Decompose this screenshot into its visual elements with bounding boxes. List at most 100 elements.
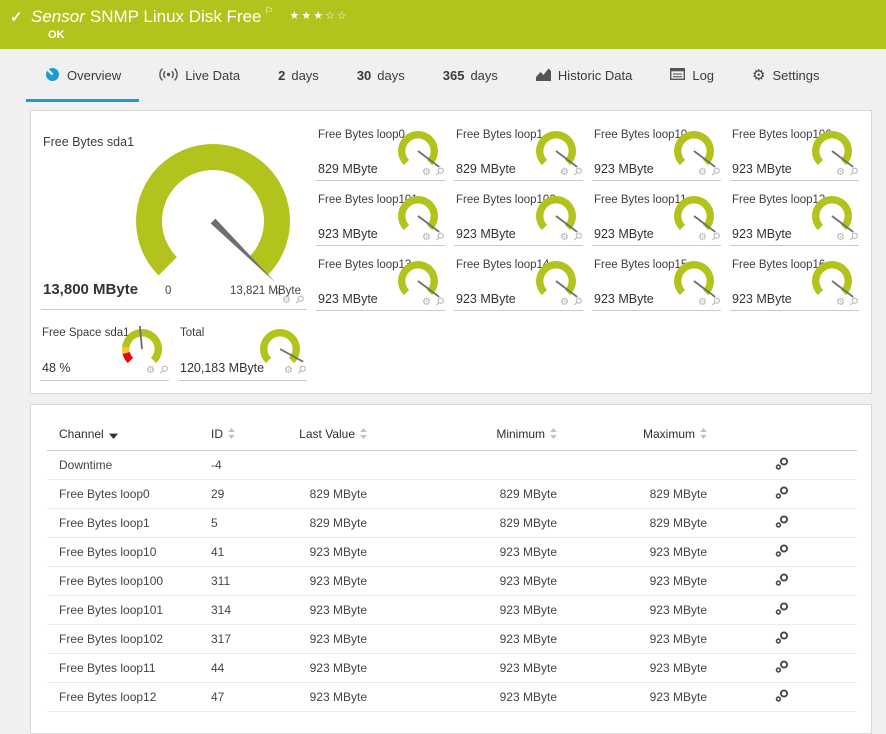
pin-icon[interactable]: ⚲ (708, 296, 721, 309)
column-header-minimum[interactable]: Minimum (367, 415, 557, 451)
channel-cell (557, 451, 707, 480)
tab-overview[interactable]: Overview (26, 49, 139, 102)
channel-settings-cell[interactable] (707, 625, 857, 654)
gauge-tile[interactable]: Free Bytes loop12 923 MByte ⚙ ⚲ (729, 189, 867, 254)
tab-label: days (470, 68, 497, 83)
gauge-tile[interactable]: Free Bytes loop10 923 MByte ⚙ ⚲ (591, 124, 729, 189)
tile-actions: ⚙ ⚲ (836, 167, 857, 178)
pin-icon[interactable]: ⚲ (708, 231, 721, 244)
live-data-icon (159, 67, 178, 85)
gear-icon[interactable]: ⚙ (698, 168, 707, 178)
channel-name: Free Bytes loop101 (47, 596, 199, 625)
gauge-value: 923 MByte (456, 227, 516, 241)
priority-stars[interactable]: ★★★☆☆ (289, 10, 348, 22)
gear-icon[interactable]: ⚙ (698, 233, 707, 243)
gauge-tile[interactable]: Free Bytes loop14 923 MByte ⚙ ⚲ (453, 254, 591, 319)
gauge-tile[interactable]: Free Bytes loop100 923 MByte ⚙ ⚲ (729, 124, 867, 189)
channel-settings-cell[interactable] (707, 654, 857, 683)
tab-365-days[interactable]: 365 days (425, 49, 516, 102)
gauge-tile-free-space[interactable]: Free Space sda1 48 % ⚙ ⚲ (39, 319, 177, 387)
column-header-maximum[interactable]: Maximum (557, 415, 707, 451)
pin-icon[interactable]: ⚲ (708, 166, 721, 179)
gear-icon[interactable]: ⚙ (836, 233, 845, 243)
gauge-tile[interactable]: Free Bytes loop1 829 MByte ⚙ ⚲ (453, 124, 591, 189)
gear-icon[interactable]: ⚙ (560, 233, 569, 243)
gauge-value: 923 MByte (732, 162, 792, 176)
tab-bar: Overview Live Data 2 days 30 days 365 da… (0, 49, 886, 102)
channel-cell: 829 MByte (557, 480, 707, 509)
pin-icon[interactable]: ⚲ (570, 231, 583, 244)
gauge-tile[interactable]: Free Bytes loop0 829 MByte ⚙ ⚲ (315, 124, 453, 189)
gear-icon[interactable]: ⚙ (284, 366, 293, 376)
edit-channel-icon (775, 486, 789, 499)
pin-icon[interactable]: ⚲ (292, 294, 305, 307)
channel-settings-cell[interactable] (707, 480, 857, 509)
sensor-name: SNMP Linux Disk Free (90, 7, 262, 26)
channel-name: Free Bytes loop100 (47, 567, 199, 596)
channel-settings-cell[interactable] (707, 451, 857, 480)
tab-30-days[interactable]: 30 days (339, 49, 423, 102)
gauge-value: 120,183 MByte (180, 361, 264, 375)
channel-settings-cell[interactable] (707, 538, 857, 567)
pin-icon[interactable]: ⚲ (432, 166, 445, 179)
channel-settings-cell[interactable] (707, 596, 857, 625)
gear-icon[interactable]: ⚙ (422, 233, 431, 243)
channel-settings-cell[interactable] (707, 567, 857, 596)
gauge-tile-primary[interactable]: Free Bytes sda1 x̄ 13,800 MByte 0 13,821… (39, 124, 315, 319)
gauge-tile[interactable]: Free Bytes loop101 923 MByte ⚙ ⚲ (315, 189, 453, 254)
flag-icon[interactable]: ⚐ (265, 6, 274, 17)
channel-cell: 923 MByte (287, 538, 367, 567)
gear-icon[interactable]: ⚙ (146, 366, 155, 376)
pin-icon[interactable]: ⚲ (156, 364, 169, 377)
edit-channel-icon (775, 457, 789, 470)
channel-settings-cell[interactable] (707, 683, 857, 712)
gear-icon[interactable]: ⚙ (698, 298, 707, 308)
channel-cell: 314 (199, 596, 287, 625)
tile-actions: ⚙ ⚲ (560, 297, 581, 308)
object-kind-label: Sensor (31, 7, 85, 26)
tab-2-days[interactable]: 2 days (260, 49, 337, 102)
gauge-tile[interactable]: Free Bytes loop16 923 MByte ⚙ ⚲ (729, 254, 867, 319)
gauge-title: Free Bytes loop0 (318, 129, 405, 141)
tab-label: days (377, 68, 404, 83)
gauge-tile[interactable]: Free Bytes loop13 923 MByte ⚙ ⚲ (315, 254, 453, 319)
column-header-channel[interactable]: Channel (47, 415, 199, 451)
gauges-panel: Free Bytes sda1 x̄ 13,800 MByte 0 13,821… (30, 110, 872, 394)
gear-icon[interactable]: ⚙ (422, 298, 431, 308)
channel-cell: 829 MByte (287, 480, 367, 509)
pin-icon[interactable]: ⚲ (846, 296, 859, 309)
pin-icon[interactable]: ⚲ (432, 231, 445, 244)
gauge-title: Free Space sda1 (42, 327, 130, 339)
pin-icon[interactable]: ⚲ (846, 166, 859, 179)
gauge-tile[interactable]: Free Bytes loop11 923 MByte ⚙ ⚲ (591, 189, 729, 254)
channel-name: Free Bytes loop102 (47, 625, 199, 654)
channel-settings-cell[interactable] (707, 509, 857, 538)
status-ok-icon: ✓ (10, 8, 23, 26)
table-row: Free Bytes loop102317923 MByte923 MByte9… (47, 625, 857, 654)
pin-icon[interactable]: ⚲ (846, 231, 859, 244)
gauge-tile[interactable]: Free Bytes loop102 923 MByte ⚙ ⚲ (453, 189, 591, 254)
channel-cell: 923 MByte (367, 683, 557, 712)
channel-cell: 44 (199, 654, 287, 683)
gear-icon[interactable]: ⚙ (560, 298, 569, 308)
pin-icon[interactable]: ⚲ (294, 364, 307, 377)
gear-icon[interactable]: ⚙ (836, 168, 845, 178)
column-header-last-value[interactable]: Last Value (287, 415, 367, 451)
gear-icon[interactable]: ⚙ (836, 298, 845, 308)
tab-settings[interactable]: ⚙ Settings (734, 49, 837, 102)
tab-historic-data[interactable]: Historic Data (518, 49, 650, 102)
gear-icon[interactable]: ⚙ (422, 168, 431, 178)
pin-icon[interactable]: ⚲ (432, 296, 445, 309)
channel-cell: 923 MByte (557, 538, 707, 567)
channel-name: Downtime (47, 451, 199, 480)
gauge-tile-total[interactable]: Total 120,183 MByte ⚙ ⚲ (177, 319, 315, 387)
tab-live-data[interactable]: Live Data (141, 49, 258, 102)
tab-log[interactable]: Log (652, 49, 732, 102)
gear-icon[interactable]: ⚙ (560, 168, 569, 178)
pin-icon[interactable]: ⚲ (570, 166, 583, 179)
channel-cell: 41 (199, 538, 287, 567)
pin-icon[interactable]: ⚲ (570, 296, 583, 309)
gear-icon[interactable]: ⚙ (282, 296, 291, 306)
gauge-tile[interactable]: Free Bytes loop15 923 MByte ⚙ ⚲ (591, 254, 729, 319)
column-header-id[interactable]: ID (199, 415, 287, 451)
